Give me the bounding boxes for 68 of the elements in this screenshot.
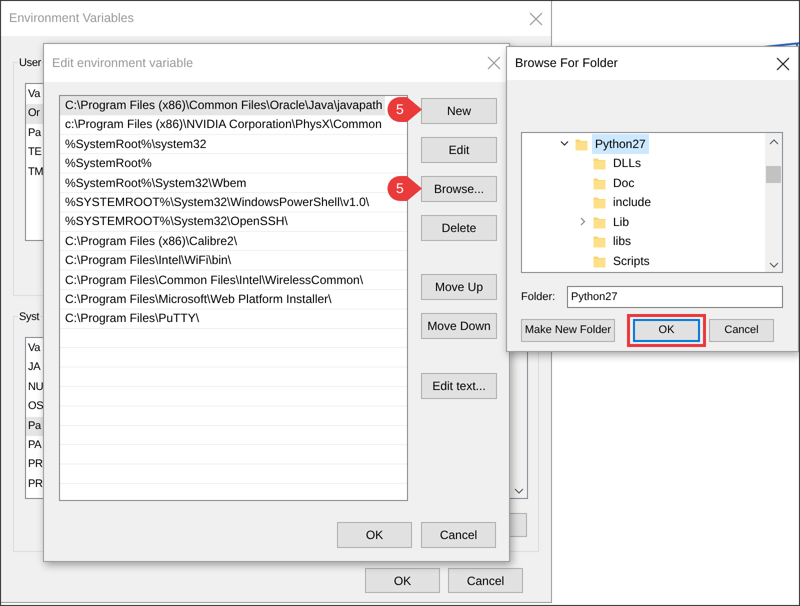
folder-item[interactable]: libs [610,231,634,252]
folder-icon [575,136,588,151]
list-row[interactable]: OS [26,397,44,417]
folder-icon [593,176,606,190]
folder-icon [593,214,606,229]
dialog-button[interactable]: Edit [421,137,497,163]
path-row[interactable]: %SystemRoot% [60,154,385,174]
folder-item[interactable]: Lib [610,212,632,232]
list-row[interactable]: NU [26,378,44,398]
dialog-button[interactable]: OK [633,319,700,342]
step-number: 5 [396,180,404,196]
folder-item[interactable]: Scripts [610,250,653,271]
path-row[interactable]: C:\Program Files (x86)\Calibre2\ [60,232,385,252]
list-row[interactable]: TM [26,162,44,182]
path-row[interactable]: %SystemRoot%\system32 [60,134,385,154]
scroll-down-icon[interactable] [514,488,524,494]
step-number: 5 [396,101,404,117]
list-row[interactable]: JA [26,358,44,378]
dialog-button[interactable]: OK [365,568,440,593]
list-row[interactable]: PR [26,474,44,494]
dialog-button[interactable]: Browse... [421,176,497,202]
close-icon[interactable] [776,56,790,70]
list-row[interactable]: Pa [26,416,44,436]
folder-input[interactable]: Python27 [567,286,783,308]
dialog-button[interactable]: New [421,98,497,124]
folder-icon [593,156,606,170]
path-row[interactable]: %SYSTEMROOT%\System32\OpenSSH\ [60,212,385,232]
folder-item[interactable]: DLLs [610,153,644,174]
dialog-button[interactable]: Edit text... [421,373,497,399]
path-row[interactable]: C:\Program Files\Common Files\Intel\WirelessCommon\ [60,270,385,290]
list-row[interactable]: Pa [26,124,44,144]
path-row[interactable]: C:\Program Files\Microsoft\Web Platform Installer\ [60,290,385,310]
window-title: Environment Variables [9,10,134,28]
folder-label: Folder: [521,290,556,305]
list-row[interactable]: Va [26,339,44,358]
dialog-button[interactable]: OK [337,522,412,548]
group-label: Syst [18,309,40,326]
window-title: Browse For Folder [515,55,618,72]
list-row[interactable]: TE [26,143,44,163]
dialog-button[interactable]: Move Up [421,274,497,300]
dialog-button[interactable]: Cancel [448,568,523,593]
path-row[interactable]: C:\Program Files\PuTTY\ [60,309,385,329]
dialog-button[interactable]: Cancel [421,522,496,548]
callout-badge [387,96,423,123]
path-row[interactable]: C:\Program Files\Intel\WiFi\bin\ [60,251,385,271]
folder-item[interactable]: include [610,192,654,212]
folder-item[interactable]: Doc [610,172,638,193]
dialog-button[interactable]: Delete [421,215,497,241]
path-row[interactable]: %SystemRoot%\System32\Wbem [60,174,385,193]
dialog-button[interactable]: Move Down [421,313,497,339]
folder-icon [593,234,606,248]
path-row[interactable]: c:\Program Files (x86)\NVIDIA Corporation\PhysX\Common [60,115,385,135]
folder-icon [593,195,606,210]
list-row[interactable]: PA [26,436,44,456]
path-row[interactable]: C:\Program Files (x86)\Common Files\Oracle\Java\javapath [60,96,385,116]
folder-item[interactable]: Python27 [592,134,649,154]
folder-icon [593,254,606,268]
dialog-button[interactable]: Make New Folder [521,319,615,342]
path-row[interactable]: %SYSTEMROOT%\System32\WindowsPowerShell\v1.0\ [60,192,385,212]
scroll-up-icon[interactable] [768,139,778,145]
list-row[interactable]: PR [26,455,44,475]
callout-badge [387,175,423,202]
scroll-down-icon[interactable] [768,262,778,268]
dialog-button[interactable]: Cancel [709,319,774,342]
window-title: Edit environment variable [52,54,194,72]
scrollbar-thumb[interactable] [766,166,781,184]
list-row[interactable]: Or [26,104,44,124]
list-row[interactable]: Va [26,85,44,104]
